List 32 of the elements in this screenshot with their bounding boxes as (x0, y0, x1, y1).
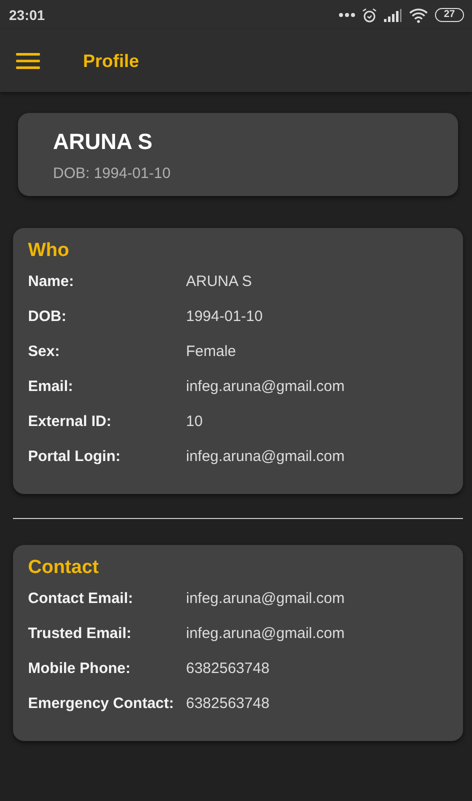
field-label: Email: (28, 377, 74, 397)
field-value: infeg.aruna@gmail.com (186, 624, 345, 644)
field-label: Trusted Email: (28, 624, 132, 644)
field-label: Name: (28, 272, 75, 292)
alarm-clock-icon (362, 8, 377, 22)
section-title: Who (28, 240, 70, 262)
field-label: External ID: (28, 412, 112, 432)
field-value: infeg.aruna@gmail.com (186, 589, 345, 609)
field-value: ARUNA S (186, 272, 252, 292)
field-label: DOB: (28, 307, 68, 327)
section-title: Contact (28, 557, 100, 579)
menu-icon[interactable] (16, 53, 40, 69)
profile-name: ARUNA S (53, 129, 154, 155)
field-value: 6382563748 (186, 694, 270, 714)
profile-dob: DOB: 1994-01-10 (53, 165, 172, 182)
field-value: infeg.aruna@gmail.com (186, 377, 345, 397)
field-label: Sex: (28, 342, 61, 362)
field-value: infeg.aruna@gmail.com (186, 447, 345, 467)
battery-indicator: 27 (434, 8, 464, 22)
field-value: 6382563748 (186, 659, 270, 679)
field-label: Mobile Phone: (28, 659, 132, 679)
wifi-icon (408, 8, 428, 22)
signal-icon (384, 8, 402, 22)
status-time: 23:01 (9, 7, 45, 23)
field-label: Contact Email: (28, 589, 134, 609)
field-label: Emergency Contact: (28, 694, 175, 714)
field-label: Portal Login: (28, 447, 122, 467)
field-value: Female (186, 342, 236, 362)
field-value: 1994-01-10 (186, 307, 263, 327)
more-dots-icon (338, 13, 355, 17)
field-value: 10 (186, 412, 203, 432)
page-title: Profile (83, 50, 140, 72)
